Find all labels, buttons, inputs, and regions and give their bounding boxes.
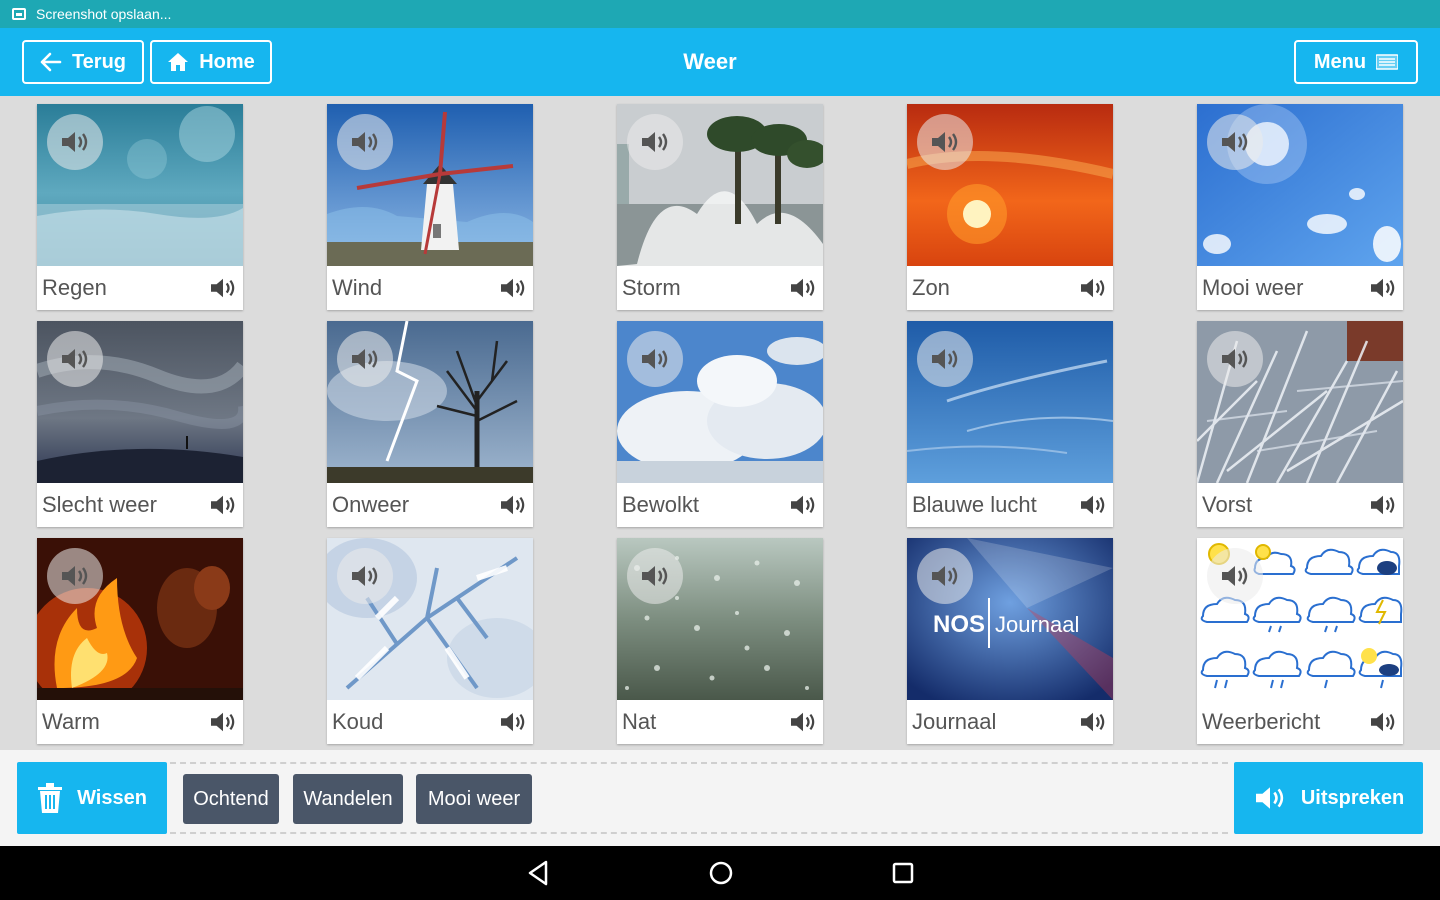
toolbar: Terug Home Weer Menu bbox=[0, 28, 1440, 96]
play-sound-overlay-icon[interactable] bbox=[47, 331, 103, 387]
tile-bewolkt[interactable]: Bewolkt bbox=[617, 321, 823, 527]
home-button[interactable]: Home bbox=[150, 40, 272, 84]
speak-button[interactable]: Uitspreken bbox=[1234, 762, 1423, 834]
play-sound-overlay-icon[interactable] bbox=[337, 114, 393, 170]
arrow-left-icon bbox=[40, 52, 62, 72]
tile-label: Slecht weer bbox=[42, 492, 157, 517]
navigation-bar bbox=[0, 846, 1440, 900]
home-label: Home bbox=[199, 50, 255, 73]
play-sound-overlay-icon[interactable] bbox=[337, 548, 393, 604]
tile-vorst[interactable]: Vorst bbox=[1197, 321, 1403, 527]
divider bbox=[170, 762, 1228, 764]
speaker-icon[interactable] bbox=[499, 493, 527, 517]
back-triangle-icon[interactable] bbox=[526, 859, 552, 887]
speaker-icon[interactable] bbox=[1369, 710, 1397, 734]
play-sound-overlay-icon[interactable] bbox=[917, 548, 973, 604]
tile-koud[interactable]: Koud bbox=[327, 538, 533, 744]
speaker-icon[interactable] bbox=[499, 276, 527, 300]
tile-label: Storm bbox=[622, 275, 681, 300]
tile-label: Onweer bbox=[332, 492, 410, 517]
tile-label: Vorst bbox=[1202, 492, 1253, 517]
play-sound-overlay-icon[interactable] bbox=[627, 114, 683, 170]
speak-label: Uitspreken bbox=[1300, 786, 1405, 809]
tile-label: Nat bbox=[622, 709, 657, 734]
tile-slecht-weer[interactable]: Slecht weer bbox=[37, 321, 243, 527]
speaker-icon[interactable] bbox=[499, 710, 527, 734]
tile-weerbericht[interactable]: Weerbericht bbox=[1197, 538, 1403, 744]
status-notification: Screenshot opslaan... bbox=[36, 6, 172, 22]
word-chip[interactable]: Wandelen bbox=[293, 774, 403, 824]
back-button[interactable]: Terug bbox=[22, 40, 144, 84]
tile-blauwe-lucht[interactable]: Blauwe lucht bbox=[907, 321, 1113, 527]
tile-mooi-weer[interactable]: Mooi weer bbox=[1197, 104, 1403, 310]
home-icon bbox=[168, 53, 189, 71]
speaker-icon[interactable] bbox=[789, 493, 817, 517]
recent-apps-icon[interactable] bbox=[890, 859, 916, 887]
speaker-icon[interactable] bbox=[789, 710, 817, 734]
tile-wind[interactable]: Wind bbox=[327, 104, 533, 310]
speaker-icon[interactable] bbox=[1369, 493, 1397, 517]
word-chip-label: Ochtend bbox=[193, 787, 269, 810]
tile-label: Zon bbox=[912, 275, 950, 300]
tile-warm[interactable]: Warm bbox=[37, 538, 243, 744]
trash-icon bbox=[38, 783, 63, 813]
back-label: Terug bbox=[71, 50, 127, 73]
menu-label: Menu bbox=[1313, 50, 1367, 73]
play-sound-overlay-icon[interactable] bbox=[1207, 114, 1263, 170]
pictogram-grid: Regen Wind Storm Zon Mooi weer Slecht we… bbox=[0, 96, 1440, 750]
tile-label: Wind bbox=[332, 275, 383, 300]
word-chip-label: Mooi weer bbox=[427, 787, 521, 810]
tile-label: Regen bbox=[42, 275, 107, 300]
word-chip[interactable]: Mooi weer bbox=[416, 774, 532, 824]
home-circle-icon[interactable] bbox=[707, 859, 735, 887]
divider bbox=[170, 832, 1228, 834]
speaker-icon[interactable] bbox=[1079, 276, 1107, 300]
speaker-icon[interactable] bbox=[209, 710, 237, 734]
play-sound-overlay-icon[interactable] bbox=[337, 331, 393, 387]
clear-button[interactable]: Wissen bbox=[17, 762, 167, 834]
play-sound-overlay-icon[interactable] bbox=[627, 548, 683, 604]
word-chip[interactable]: Ochtend bbox=[183, 774, 279, 824]
tile-journaal[interactable]: NOS Journaal Journaal bbox=[907, 538, 1113, 744]
tile-nat[interactable]: Nat bbox=[617, 538, 823, 744]
tile-label: Bewolkt bbox=[622, 492, 700, 517]
tile-label: Journaal bbox=[912, 709, 997, 734]
play-sound-overlay-icon[interactable] bbox=[47, 114, 103, 170]
play-sound-overlay-icon[interactable] bbox=[917, 114, 973, 170]
svg-text:Journaal: Journaal bbox=[995, 612, 1079, 637]
speaker-icon[interactable] bbox=[1079, 493, 1107, 517]
play-sound-overlay-icon[interactable] bbox=[47, 548, 103, 604]
speaker-icon[interactable] bbox=[1079, 710, 1107, 734]
tile-storm[interactable]: Storm bbox=[617, 104, 823, 310]
speaker-icon[interactable] bbox=[1369, 276, 1397, 300]
clear-label: Wissen bbox=[77, 786, 147, 809]
status-bar: Screenshot opslaan... bbox=[0, 0, 1440, 28]
speaker-icon[interactable] bbox=[209, 493, 237, 517]
menu-button[interactable]: Menu bbox=[1294, 40, 1418, 84]
tile-onweer[interactable]: Onweer bbox=[327, 321, 533, 527]
speaker-icon[interactable] bbox=[209, 276, 237, 300]
play-sound-overlay-icon[interactable] bbox=[627, 331, 683, 387]
play-sound-overlay-icon[interactable] bbox=[1207, 548, 1263, 604]
tile-label: Warm bbox=[42, 709, 100, 734]
tile-label: Koud bbox=[332, 709, 384, 734]
word-chip-label: Wandelen bbox=[303, 787, 393, 810]
tile-zon[interactable]: Zon bbox=[907, 104, 1113, 310]
news-logo-text: NOS bbox=[933, 611, 985, 638]
play-sound-overlay-icon[interactable] bbox=[917, 331, 973, 387]
page-title: Weer bbox=[683, 49, 737, 74]
tile-label: Blauwe lucht bbox=[912, 492, 1037, 517]
tile-regen[interactable]: Regen bbox=[37, 104, 243, 310]
screenshot-icon bbox=[12, 8, 26, 20]
tile-label: Weerbericht bbox=[1202, 709, 1321, 734]
play-sound-overlay-icon[interactable] bbox=[1207, 331, 1263, 387]
sentence-bar: Wissen Ochtend Wandelen Mooi weer Uitspr… bbox=[0, 750, 1440, 846]
speaker-icon bbox=[1255, 787, 1283, 809]
speaker-icon[interactable] bbox=[789, 276, 817, 300]
tile-label: Mooi weer bbox=[1202, 275, 1304, 300]
menu-icon bbox=[1376, 54, 1399, 70]
